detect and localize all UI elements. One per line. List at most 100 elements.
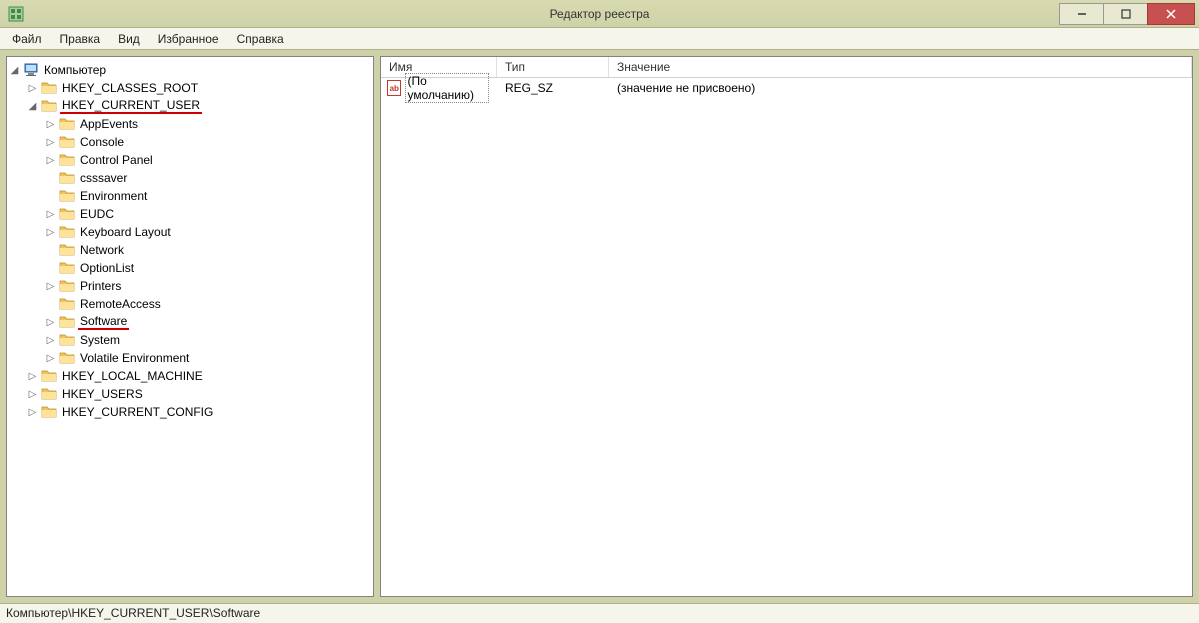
- tree-label: Volatile Environment: [78, 351, 191, 365]
- value-type: REG_SZ: [497, 81, 609, 95]
- expand-icon[interactable]: ▷: [45, 353, 56, 364]
- tree-label: HKEY_USERS: [60, 387, 145, 401]
- tree-label: Network: [78, 243, 126, 257]
- tree-label: AppEvents: [78, 117, 140, 131]
- folder-icon: [41, 386, 57, 402]
- close-button[interactable]: [1147, 3, 1195, 25]
- tree-label: EUDC: [78, 207, 116, 221]
- maximize-button[interactable]: [1103, 3, 1148, 25]
- tree-root-computer[interactable]: ◢ Компьютер: [9, 61, 371, 79]
- tree-key[interactable]: Environment: [45, 187, 371, 205]
- expand-icon[interactable]: ▷: [45, 137, 56, 148]
- tree-label: HKEY_LOCAL_MACHINE: [60, 369, 205, 383]
- tree-label: Компьютер: [42, 63, 108, 77]
- collapse-icon[interactable]: ◢: [9, 65, 20, 76]
- minimize-button[interactable]: [1059, 3, 1104, 25]
- tree-label: Software: [78, 314, 129, 330]
- menu-favorites[interactable]: Избранное: [150, 30, 227, 48]
- expand-icon[interactable]: ▷: [45, 209, 56, 220]
- folder-icon: [41, 404, 57, 420]
- tree-hive[interactable]: ▷ HKEY_LOCAL_MACHINE: [27, 367, 371, 385]
- tree-hive[interactable]: ▷ HKEY_CURRENT_CONFIG: [27, 403, 371, 421]
- expand-icon[interactable]: ▷: [45, 317, 56, 328]
- statusbar: Компьютер\HKEY_CURRENT_USER\Software: [0, 603, 1199, 623]
- tree-label: System: [78, 333, 122, 347]
- tree-key[interactable]: ▷ Printers: [45, 277, 371, 295]
- folder-icon: [59, 242, 75, 258]
- tree-label: csssaver: [78, 171, 129, 185]
- tree-hive[interactable]: ◢ HKEY_CURRENT_USER: [27, 97, 371, 115]
- window-buttons: [1059, 3, 1199, 25]
- app-icon: [8, 6, 24, 22]
- tree-key[interactable]: ▷ Volatile Environment: [45, 349, 371, 367]
- expand-icon[interactable]: ▷: [27, 407, 38, 418]
- expand-icon[interactable]: ▷: [45, 155, 56, 166]
- titlebar[interactable]: Редактор реестра: [0, 0, 1199, 28]
- menu-file[interactable]: Файл: [4, 30, 50, 48]
- menu-view[interactable]: Вид: [110, 30, 148, 48]
- folder-icon: [59, 314, 75, 330]
- tree-key[interactable]: ▷ Console: [45, 133, 371, 151]
- tree-key[interactable]: OptionList: [45, 259, 371, 277]
- tree-pane[interactable]: ◢ Компьютер ▷ HKEY_CLASSES_ROOT ◢ HKEY_CURREN…: [6, 56, 374, 597]
- tree-key[interactable]: ▷ Software: [45, 313, 371, 331]
- folder-icon: [59, 260, 75, 276]
- tree-key[interactable]: ▷ EUDC: [45, 205, 371, 223]
- folder-icon: [59, 224, 75, 240]
- tree-label: HKEY_CURRENT_USER: [60, 98, 202, 114]
- values-header[interactable]: Имя Тип Значение: [381, 57, 1192, 78]
- collapse-icon[interactable]: ◢: [27, 101, 38, 112]
- folder-icon: [41, 98, 57, 114]
- folder-icon: [59, 350, 75, 366]
- tree-key[interactable]: ▷ System: [45, 331, 371, 349]
- expand-icon[interactable]: ▷: [27, 83, 38, 94]
- tree-label: Console: [78, 135, 126, 149]
- tree-key[interactable]: ▷ AppEvents: [45, 115, 371, 133]
- folder-icon: [59, 134, 75, 150]
- expand-icon[interactable]: ▷: [27, 371, 38, 382]
- expand-icon[interactable]: ▷: [45, 227, 56, 238]
- expand-icon[interactable]: ▷: [27, 389, 38, 400]
- tree-label: Printers: [78, 279, 123, 293]
- tree-hive[interactable]: ▷ HKEY_CLASSES_ROOT: [27, 79, 371, 97]
- tree-label: Control Panel: [78, 153, 155, 167]
- tree-hive[interactable]: ▷ HKEY_USERS: [27, 385, 371, 403]
- folder-icon: [59, 116, 75, 132]
- menu-edit[interactable]: Правка: [52, 30, 109, 48]
- folder-icon: [41, 80, 57, 96]
- tree-label: HKEY_CLASSES_ROOT: [60, 81, 200, 95]
- expand-icon[interactable]: ▷: [45, 119, 56, 130]
- folder-icon: [59, 332, 75, 348]
- tree-label: OptionList: [78, 261, 136, 275]
- folder-icon: [59, 278, 75, 294]
- folder-icon: [59, 188, 75, 204]
- folder-icon: [59, 296, 75, 312]
- menubar: Файл Правка Вид Избранное Справка: [0, 28, 1199, 50]
- tree-label: Environment: [78, 189, 149, 203]
- folder-icon: [59, 152, 75, 168]
- menu-help[interactable]: Справка: [229, 30, 292, 48]
- value-name: (По умолчанию): [405, 73, 489, 103]
- header-value[interactable]: Значение: [609, 57, 1192, 77]
- tree-key[interactable]: ▷ Keyboard Layout: [45, 223, 371, 241]
- header-type[interactable]: Тип: [497, 57, 609, 77]
- tree-key[interactable]: csssaver: [45, 169, 371, 187]
- computer-icon: [23, 62, 39, 78]
- folder-icon: [59, 170, 75, 186]
- value-row[interactable]: ab(По умолчанию)REG_SZ(значение не присв…: [381, 78, 1192, 98]
- values-body[interactable]: ab(По умолчанию)REG_SZ(значение не присв…: [381, 78, 1192, 596]
- string-value-icon: ab: [387, 80, 401, 96]
- tree-label: HKEY_CURRENT_CONFIG: [60, 405, 215, 419]
- values-pane[interactable]: Имя Тип Значение ab(По умолчанию)REG_SZ(…: [380, 56, 1193, 597]
- expand-icon[interactable]: ▷: [45, 335, 56, 346]
- tree-key[interactable]: Network: [45, 241, 371, 259]
- content-area: ◢ Компьютер ▷ HKEY_CLASSES_ROOT ◢ HKEY_CURREN…: [0, 50, 1199, 603]
- folder-icon: [59, 206, 75, 222]
- folder-icon: [41, 368, 57, 384]
- status-path: Компьютер\HKEY_CURRENT_USER\Software: [6, 606, 260, 620]
- tree-key[interactable]: RemoteAccess: [45, 295, 371, 313]
- tree-label: Keyboard Layout: [78, 225, 173, 239]
- expand-icon[interactable]: ▷: [45, 281, 56, 292]
- tree-label: RemoteAccess: [78, 297, 163, 311]
- tree-key[interactable]: ▷ Control Panel: [45, 151, 371, 169]
